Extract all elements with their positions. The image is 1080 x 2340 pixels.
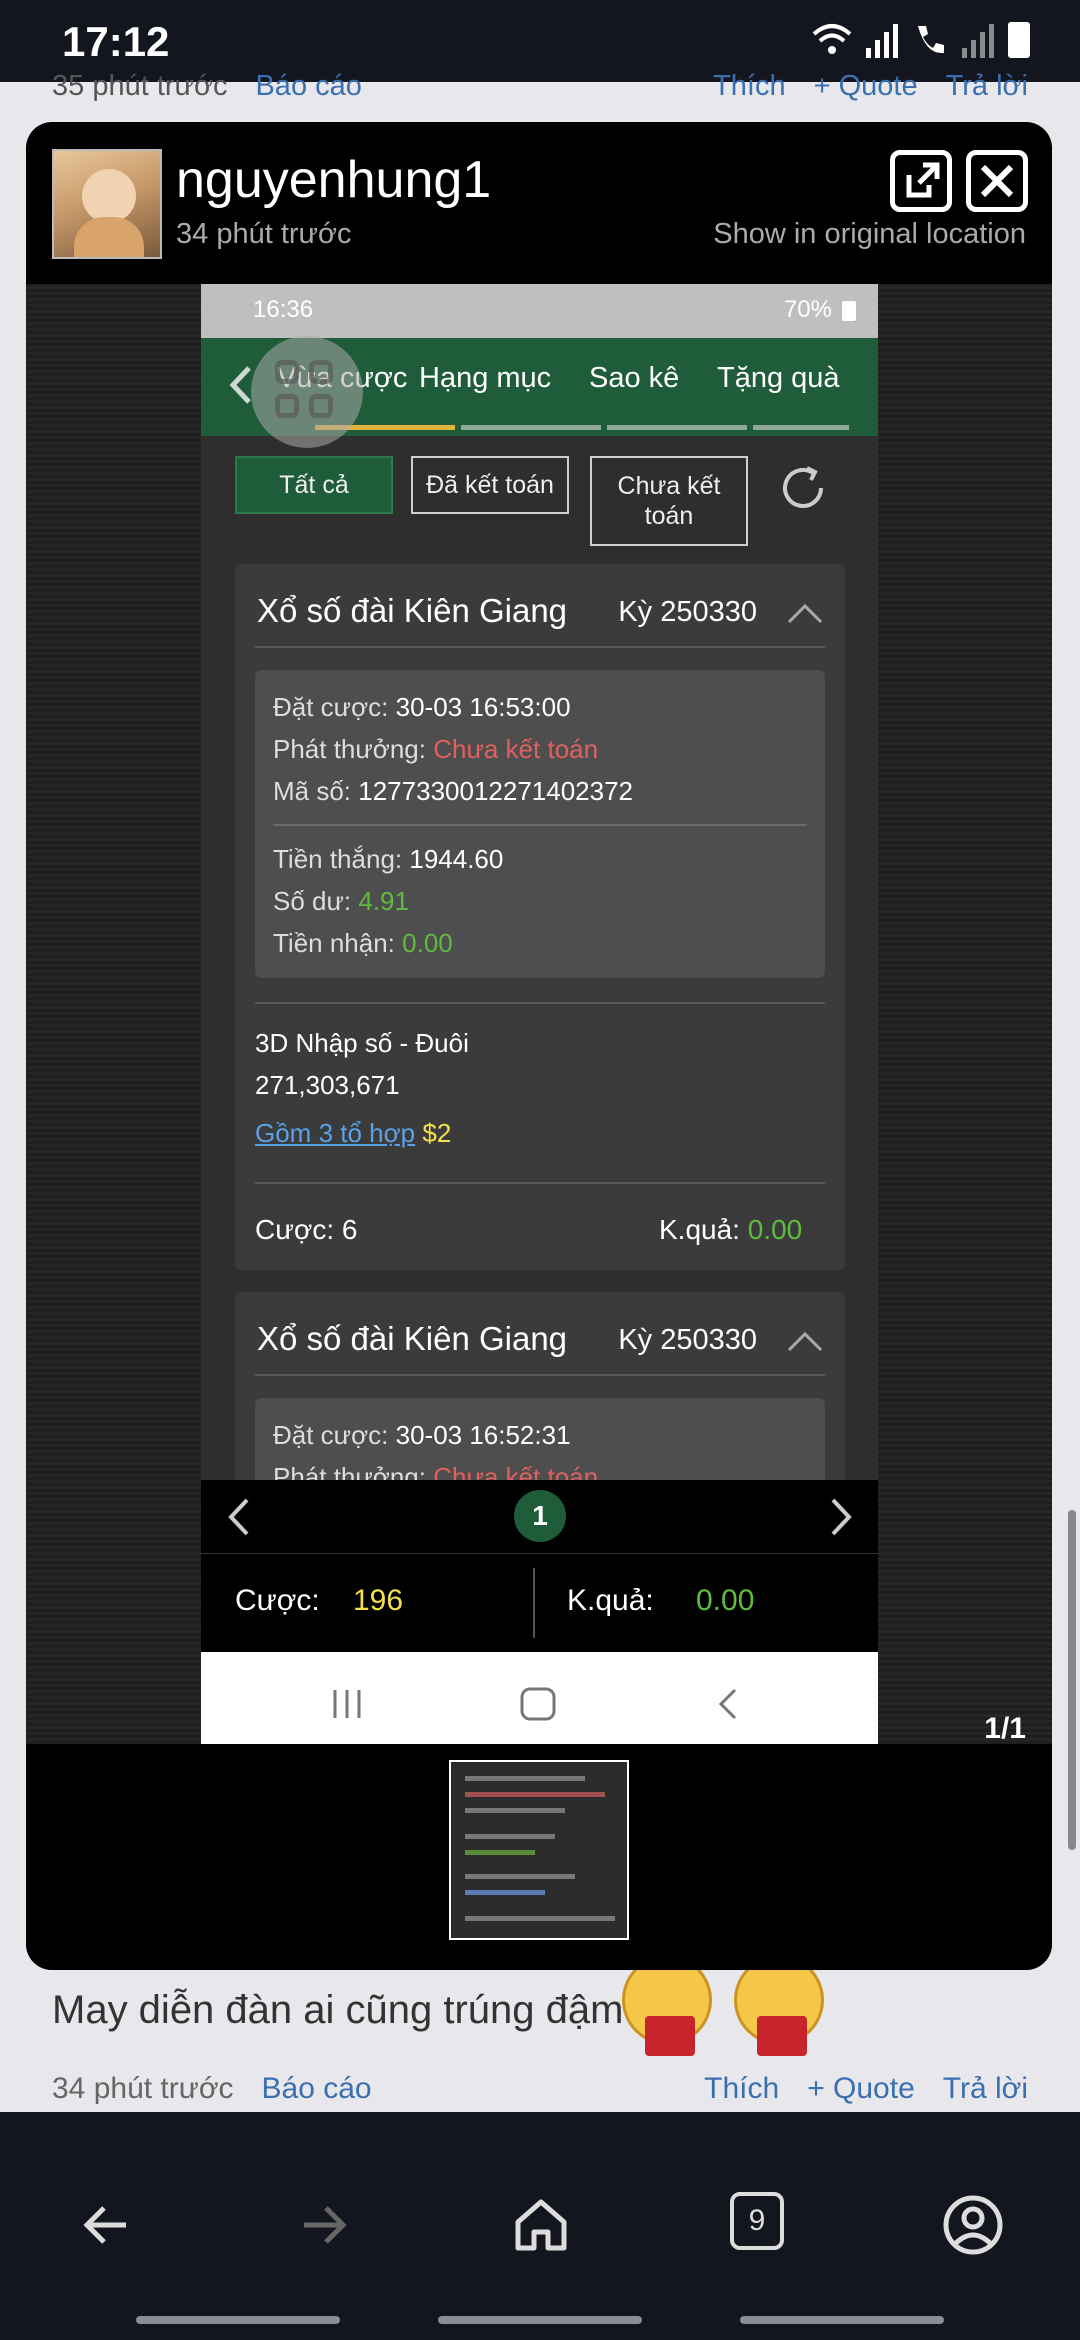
combo-row: Gồm 3 tổ hợp $2 [255,1118,452,1148]
gesture-bar [136,2316,340,2324]
refresh-icon[interactable] [777,462,829,514]
inner-battery-percent: 70% [783,296,832,323]
tabs-button[interactable]: 9 [730,2192,784,2250]
tab-sao-ke[interactable]: Sao kê [589,362,679,395]
divider [533,1568,535,1638]
divider [255,1182,825,1184]
bet-card: Xổ số đài Kiên Giang Kỳ 250330 Đặt cược:… [235,564,845,1270]
status-time: 17:12 [62,18,170,65]
wifi-calling-icon [918,26,944,54]
received-row: Tiền nhận: 0.00 [273,928,453,958]
home-icon [520,1687,556,1721]
chevron-up-icon[interactable] [785,1330,825,1354]
lottery-name: Xổ số đài Kiên Giang [257,592,568,629]
image-lightbox: nguyenhung1 34 phút trước Show in origin… [26,122,1052,1970]
post-time: 34 phút trước [52,2072,234,2105]
filter-unsettled-button[interactable]: Chưa kết toán [590,456,748,546]
wifi-icon [812,24,852,54]
like-link[interactable]: Thích [713,70,786,103]
total-result-label: K.quả: [567,1584,654,1617]
bet-type: 3D Nhập số - Đuôi [255,1028,469,1058]
image-counter: 1/1 [984,1712,1026,1745]
pagination: 1 [201,1480,878,1554]
back-arrow-icon[interactable] [74,2192,140,2258]
gesture-bar [438,2316,642,2324]
close-icon[interactable] [966,150,1028,212]
totals-bar: Cược: 196 K.quả: 0.00 [201,1554,878,1652]
inner-battery-icon [842,301,856,321]
back-icon [718,1688,737,1720]
open-external-icon[interactable] [890,150,952,212]
gesture-bar [740,2316,944,2324]
avatar[interactable] [52,149,162,259]
tab-indicator [753,425,849,430]
prev-page-icon[interactable] [221,1494,261,1540]
page-number[interactable]: 1 [514,1490,566,1542]
code-row: Mã số: 1277330012271402372 [273,776,634,806]
quote-link[interactable]: + Quote [807,2072,915,2106]
thumbnail[interactable] [449,1760,629,1940]
combo-link[interactable]: Gồm 3 tổ hợp [255,1118,415,1148]
lightbox-header: nguyenhung1 34 phút trước Show in origin… [26,122,1052,284]
quote-link[interactable]: + Quote [814,70,918,103]
post-time: 35 phút trước [52,70,228,102]
recents-icon [333,1690,361,1718]
like-link[interactable]: Thích [704,2072,779,2106]
balance-row: Số dư: 4.91 [273,886,409,916]
divider [255,1002,825,1004]
reply-link[interactable]: Trả lời [943,2072,1028,2106]
card-header[interactable]: Xổ số đài Kiên Giang Kỳ 250330 [255,578,825,648]
report-link[interactable]: Báo cáo [255,70,361,103]
signal-2-icon [962,22,994,58]
report-link[interactable]: Báo cáo [262,2072,372,2106]
status-icons [812,22,1030,58]
lottery-name: Xổ số đài Kiên Giang [257,1320,568,1357]
show-original-link[interactable]: Show in original location [713,218,1026,251]
post-time: 34 phút trước [176,218,352,250]
inner-status-time: 16:36 [253,296,314,323]
tab-tang-qua[interactable]: Tặng quà [717,362,840,395]
total-result-value: 0.00 [696,1584,755,1617]
total-bet-label: Cược: [235,1584,320,1617]
tab-hang-muc[interactable]: Hạng mục [419,362,551,395]
tab-indicator [607,425,747,430]
draw-period: Kỳ 250330 [618,596,757,628]
battery-icon [1008,22,1030,58]
previous-post-meta: 35 phút trước Báo cáo Thích + Quote Trả … [52,70,1028,103]
tab-indicator [461,425,601,430]
username[interactable]: nguyenhung1 [176,150,491,210]
account-icon[interactable] [940,2192,1006,2258]
home-icon[interactable] [508,2192,574,2258]
total-bet-value: 196 [353,1584,404,1617]
payout-row: Phát thưởng: Chưa kết toán [273,734,599,764]
forward-arrow-icon[interactable] [290,2192,356,2258]
win-row: Tiền thắng: 1944.60 [273,844,504,874]
thumbnail-strip [26,1744,1052,1970]
inner-status-bar: 16:36 70% [201,284,878,338]
divider [273,824,807,826]
inner-nav-bar [201,1652,878,1744]
attached-screenshot[interactable]: 16:36 70% Vừa cược Hạng mục Sao kê Tặng … [201,284,878,1744]
bet-time-row: Đặt cược: 30-03 16:52:31 [273,1420,571,1450]
filter-all-button[interactable]: Tất cả [235,456,393,514]
bet-numbers: 271,303,671 [255,1070,400,1100]
post-text: May diễn đàn ai cũng trúng đậm [52,1988,624,2032]
floating-menu-icon[interactable] [251,336,363,448]
draw-period: Kỳ 250330 [618,1324,757,1356]
card-header[interactable]: Xổ số đài Kiên Giang Kỳ 250330 [255,1306,825,1376]
signal-icon [866,22,898,58]
bet-count: Cược: 6 [255,1214,358,1245]
reply-link[interactable]: Trả lời [946,70,1028,103]
chevron-up-icon[interactable] [785,602,825,626]
post-meta: 34 phút trước Báo cáo Thích + Quote Trả … [52,2072,1028,2106]
browser-toolbar: 9 [0,2112,1080,2340]
filter-settled-button[interactable]: Đã kết toán [411,456,569,514]
scrollbar[interactable] [1068,1510,1076,1850]
next-page-icon[interactable] [819,1494,859,1540]
bet-time-row: Đặt cược: 30-03 16:53:00 [273,692,571,722]
result: K.quả: 0.00 [659,1214,803,1245]
bet-details: Đặt cược: 30-03 16:53:00 Phát thưởng: Ch… [255,670,825,978]
